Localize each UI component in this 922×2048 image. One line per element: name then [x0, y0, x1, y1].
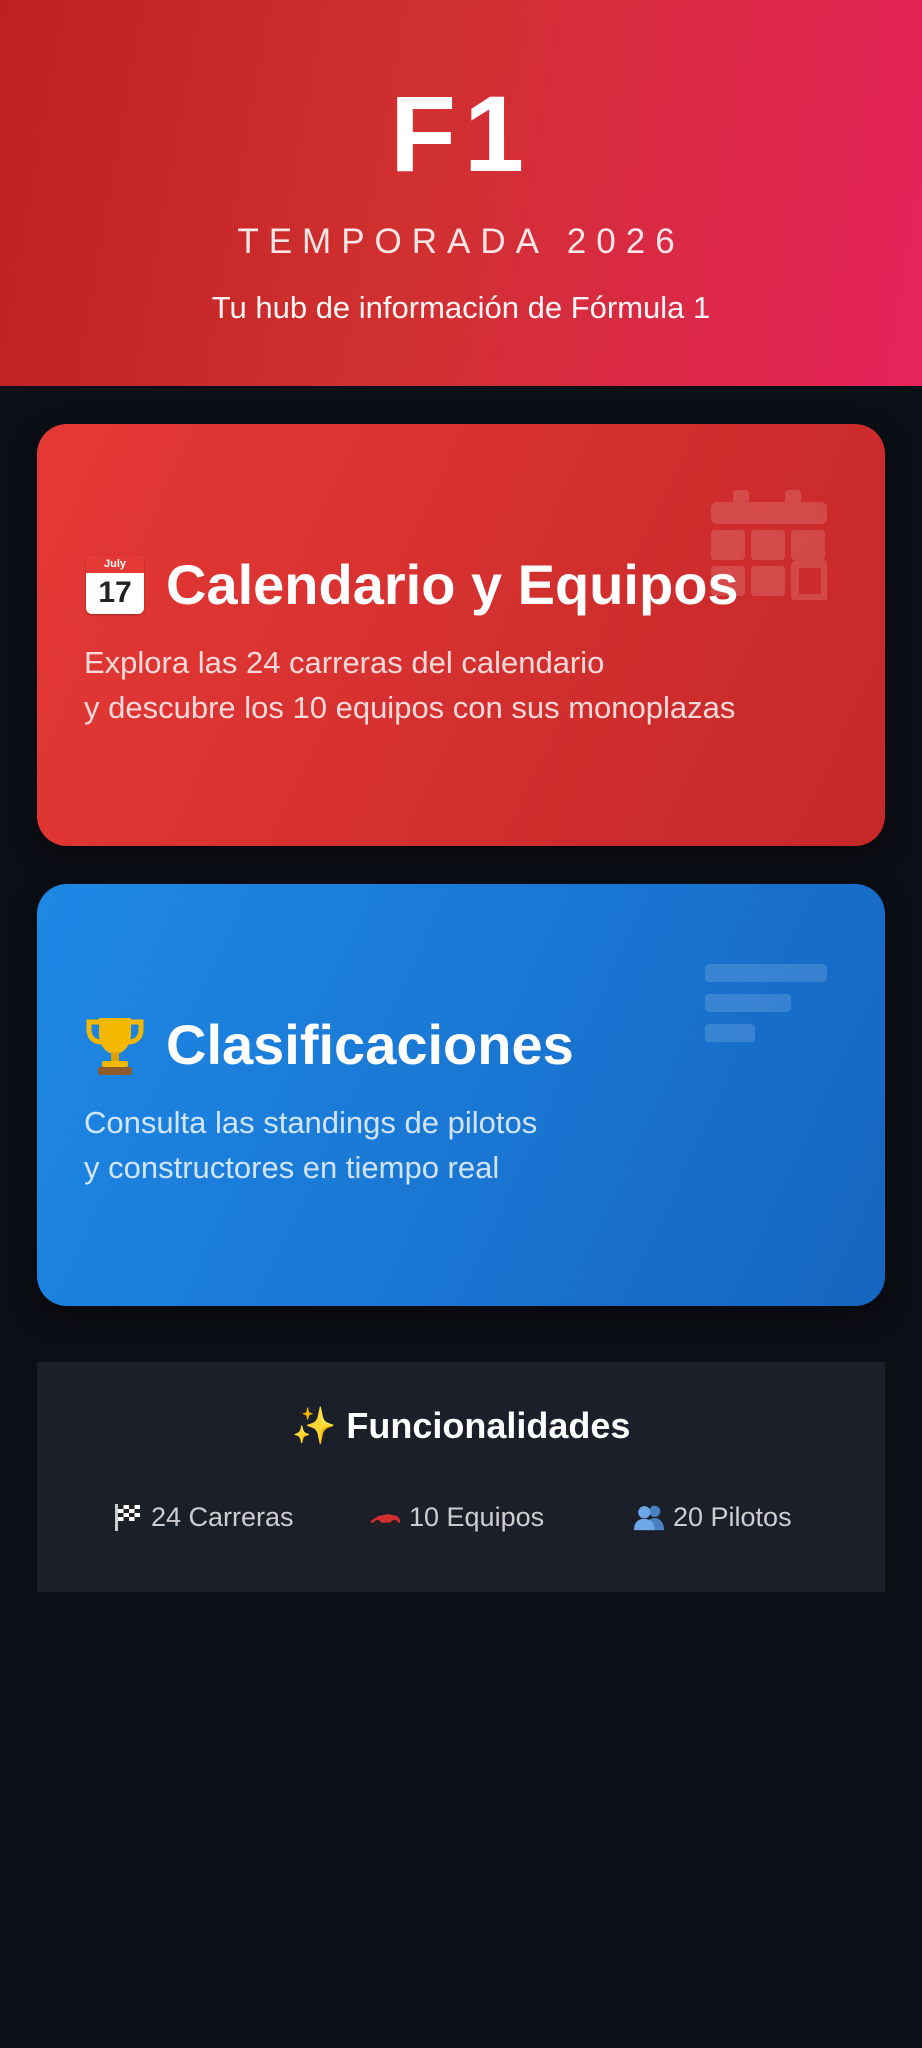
standings-card-title-text: Clasificaciones	[166, 1013, 574, 1076]
standings-card-desc-line2: y constructores en tiempo real	[84, 1150, 500, 1185]
standings-decoration-icon	[705, 964, 827, 1042]
calendar-card-title: July 17 Calendario y Equipos	[84, 554, 739, 616]
calendar-card-description: Explora las 24 carreras del calendario y…	[84, 640, 735, 730]
feature-drivers-label: 20 Pilotos	[673, 1501, 792, 1532]
features-title-text: Funcionalidades	[346, 1405, 631, 1446]
calendar-teams-card[interactable]: July 17 Calendario y Equipos Explora las…	[37, 424, 885, 846]
feature-drivers: 20 Pilotos	[633, 1502, 792, 1532]
calendar-card-desc-line2: y descubre los 10 equipos con sus monopl…	[84, 690, 736, 725]
hero-tagline: Tu hub de información de Fórmula 1	[211, 290, 711, 325]
feature-teams-label: 10 Equipos	[409, 1501, 545, 1532]
app-screen: F1 TEMPORADA 2026 Tu hub de información …	[0, 0, 922, 2048]
standings-card-description: Consulta las standings de pilotos y cons…	[84, 1100, 537, 1190]
standings-card[interactable]: Clasificaciones Consulta las standings d…	[37, 884, 885, 1306]
calendar-card-title-text: Calendario y Equipos	[166, 553, 739, 616]
features-title: ✨ Funcionalidades	[37, 1408, 885, 1444]
trophy-icon	[84, 1014, 146, 1076]
hero-header: F1 TEMPORADA 2026 Tu hub de información …	[0, 0, 922, 386]
app-logo: F1	[389, 73, 533, 194]
season-label: TEMPORADA 2026	[237, 222, 685, 261]
calendar-card-desc-line1: Explora las 24 carreras del calendario	[84, 645, 605, 680]
calendar-icon-day: 17	[98, 576, 132, 609]
sparkles-icon: ✨	[291, 1405, 337, 1446]
standings-card-title: Clasificaciones	[84, 1014, 574, 1076]
feature-teams: 10 Equipos	[369, 1502, 544, 1532]
calendar-icon: July 17	[84, 554, 146, 616]
features-panel: ✨ Funcionalidades 24 Carreras 10 Equipos…	[37, 1362, 885, 1592]
people-icon	[633, 1502, 665, 1532]
checkered-flag-icon	[111, 1502, 143, 1532]
standings-card-desc-line1: Consulta las standings de pilotos	[84, 1105, 538, 1140]
feature-races: 24 Carreras	[111, 1502, 294, 1532]
calendar-icon-month: July	[86, 556, 144, 573]
feature-races-label: 24 Carreras	[151, 1501, 294, 1532]
race-car-icon	[369, 1502, 401, 1532]
